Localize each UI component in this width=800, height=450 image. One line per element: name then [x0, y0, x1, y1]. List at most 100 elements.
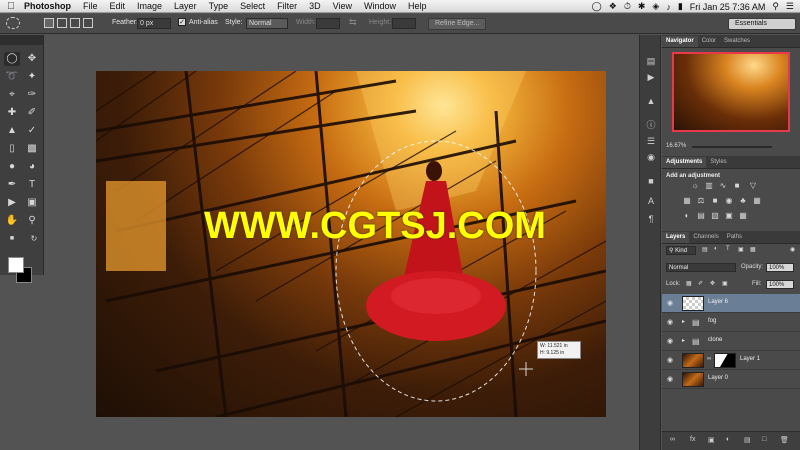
trash-icon[interactable]: 🗑 [780, 436, 789, 444]
histogram-icon[interactable]: ▲ [644, 95, 658, 107]
tab-swatches[interactable]: Swatches [720, 36, 754, 47]
menu-type[interactable]: Type [203, 1, 235, 11]
height-input[interactable] [392, 18, 416, 29]
tab-adjustments[interactable]: Adjustments [662, 157, 707, 168]
swap-icon[interactable]: ⇆ [349, 17, 357, 28]
width-input[interactable] [316, 18, 340, 29]
dropbox-icon[interactable]: ❖ [609, 1, 617, 12]
elliptical-marquee-icon[interactable]: ◯ [4, 52, 20, 66]
layer-mask-thumbnail[interactable] [714, 353, 736, 368]
lock-position-icon[interactable]: ✥ [710, 280, 715, 287]
invert-icon[interactable]: ◐ [682, 211, 692, 221]
feather-input[interactable]: 0 px [137, 18, 171, 29]
default-colors-icon[interactable]: ■ [4, 232, 20, 246]
hue-saturation-icon[interactable]: ▦ [682, 196, 692, 206]
bluetooth-icon[interactable]: ✱ [638, 1, 646, 12]
menu-3d[interactable]: 3D [303, 1, 327, 11]
threshold-icon[interactable]: ▧ [710, 211, 720, 221]
new-layer-icon[interactable]: □ [762, 436, 766, 443]
expand-arrow-icon[interactable]: ▸ [682, 318, 685, 325]
layer-row-fog[interactable]: ◉ ▸ ▤ fog [662, 313, 800, 332]
menu-image[interactable]: Image [131, 1, 168, 11]
history-icon[interactable]: ▤ [644, 55, 658, 67]
visibility-eye-icon[interactable]: ◉ [667, 337, 675, 345]
blend-mode-select[interactable]: Normal [666, 263, 736, 272]
brightness-icon[interactable]: ☼ [690, 181, 700, 191]
layer-filter-select[interactable]: ⚲ Kind [666, 246, 696, 255]
levels-icon[interactable]: ▥ [704, 181, 714, 191]
menu-edit[interactable]: Edit [104, 1, 132, 11]
filter-smart-object-icon[interactable]: ▦ [750, 246, 756, 253]
layer-name[interactable]: Layer 1 [740, 356, 760, 362]
layer-row-layer-1[interactable]: ◉ ∞ Layer 1 [662, 351, 800, 370]
tab-color[interactable]: Color [698, 36, 720, 47]
link-icon[interactable]: ∞ [707, 356, 711, 362]
new-selection-icon[interactable] [44, 18, 54, 28]
opacity-input[interactable]: 100% [766, 263, 794, 272]
fill-input[interactable]: 100% [766, 280, 794, 289]
filter-adjustment-icon[interactable]: ◐ [714, 246, 718, 252]
filter-type-icon[interactable]: T [726, 246, 730, 252]
magic-wand-icon[interactable]: ✦ [24, 70, 40, 84]
path-selection-icon[interactable]: ▶ [4, 196, 20, 210]
navigator-zoom[interactable]: 16.67% [666, 143, 686, 149]
lock-all-icon[interactable]: ▣ [722, 280, 728, 287]
rectangle-shape-icon[interactable]: ▣ [24, 196, 40, 210]
visibility-eye-icon[interactable]: ◉ [667, 299, 675, 307]
type-icon[interactable]: T [24, 178, 40, 192]
pen-icon[interactable]: ✒ [4, 178, 20, 192]
zoom-icon[interactable]: ⚲ [24, 214, 40, 228]
vibrance-icon[interactable]: ▽ [748, 181, 758, 191]
move-icon[interactable]: ✥ [24, 52, 40, 66]
gradient-icon[interactable]: ▩ [24, 142, 40, 156]
expand-arrow-icon[interactable]: ▸ [682, 337, 685, 344]
wifi-icon[interactable]: ◈ [652, 1, 659, 12]
foreground-color-swatch[interactable] [8, 257, 24, 273]
refine-edge-button[interactable]: Refine Edge... [428, 18, 487, 30]
healing-brush-icon[interactable]: ✚ [4, 106, 20, 120]
swap-colors-icon[interactable]: ↻ [26, 232, 42, 246]
filter-toggle-icon[interactable]: ◉ [790, 246, 795, 253]
link-layers-icon[interactable]: ∞ [670, 436, 675, 443]
subtract-selection-icon[interactable] [70, 18, 80, 28]
photo-filter-icon[interactable]: ◉ [724, 196, 734, 206]
blur-icon[interactable]: ● [4, 160, 20, 174]
menu-help[interactable]: Help [402, 1, 433, 11]
color-balance-icon[interactable]: ⚖ [696, 196, 706, 206]
layer-row-clone[interactable]: ◉ ▸ ▤ clone [662, 332, 800, 351]
properties-icon[interactable]: ☰ [644, 135, 658, 147]
gradient-map-icon[interactable]: ▦ [738, 211, 748, 221]
lock-image-icon[interactable]: ✐ [698, 280, 703, 287]
menu-file[interactable]: File [77, 1, 104, 11]
layer-row-layer-0[interactable]: ◉ Layer 0 [662, 370, 800, 389]
tab-paths[interactable]: Paths [723, 232, 746, 243]
add-mask-icon[interactable]: ▣ [708, 436, 715, 444]
lasso-icon[interactable]: ➰ [4, 70, 20, 84]
new-group-icon[interactable]: ▤ [744, 436, 751, 444]
paragraph-icon[interactable]: ¶ [644, 213, 658, 225]
selective-color-icon[interactable]: ▣ [724, 211, 734, 221]
menu-layer[interactable]: Layer [168, 1, 203, 11]
menu-select[interactable]: Select [234, 1, 271, 11]
hand-icon[interactable]: ✋ [4, 214, 20, 228]
layer-name[interactable]: Layer 0 [708, 375, 728, 381]
battery-icon[interactable]: ▮ [678, 1, 683, 12]
eyedropper-icon[interactable]: ✑ [24, 88, 40, 102]
zoom-slider[interactable] [692, 146, 772, 148]
tab-styles[interactable]: Styles [706, 157, 730, 168]
clone-source-icon[interactable]: ■ [644, 175, 658, 187]
curves-icon[interactable]: ∿ [718, 181, 728, 191]
black-white-icon[interactable]: ■ [710, 196, 720, 206]
visibility-eye-icon[interactable]: ◉ [667, 375, 675, 383]
lock-transparent-icon[interactable]: ▦ [686, 280, 692, 287]
menu-filter[interactable]: Filter [271, 1, 303, 11]
brush-presets-icon[interactable]: ◉ [644, 151, 658, 163]
antialias-checkbox[interactable]: ✓ [178, 18, 186, 26]
apple-icon[interactable]:  [0, 1, 22, 12]
character-icon[interactable]: A [644, 195, 658, 207]
search-icon[interactable]: ⚲ [772, 1, 779, 12]
marquee-preset-icon[interactable] [6, 17, 20, 29]
tab-layers[interactable]: Layers [662, 232, 690, 243]
workspace-select[interactable]: Essentials [728, 18, 796, 30]
brush-icon[interactable]: ✐ [24, 106, 40, 120]
